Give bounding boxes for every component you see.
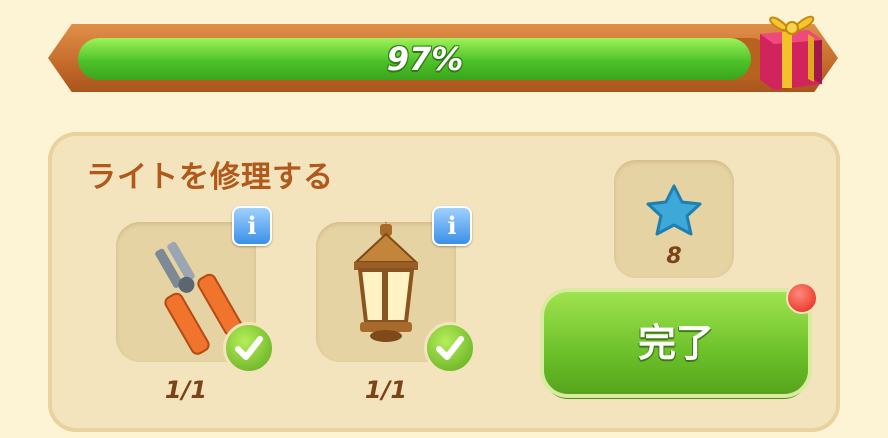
info-button-pliers[interactable]: i: [232, 206, 272, 246]
progress-percent-label: 97%: [386, 40, 464, 78]
notification-dot: [786, 282, 818, 314]
check-icon: [223, 322, 275, 374]
task-title: ライトを修理する: [86, 160, 334, 195]
complete-button-label: 完了: [637, 321, 714, 365]
complete-button[interactable]: 完了: [544, 292, 808, 394]
check-icon: [424, 322, 476, 374]
reward-count: 8: [666, 244, 682, 269]
item-count-lantern: 1/1: [364, 376, 408, 404]
gift-box-icon[interactable]: [752, 0, 830, 92]
item-count-pliers: 1/1: [164, 376, 208, 404]
info-button-lantern[interactable]: i: [432, 206, 472, 246]
